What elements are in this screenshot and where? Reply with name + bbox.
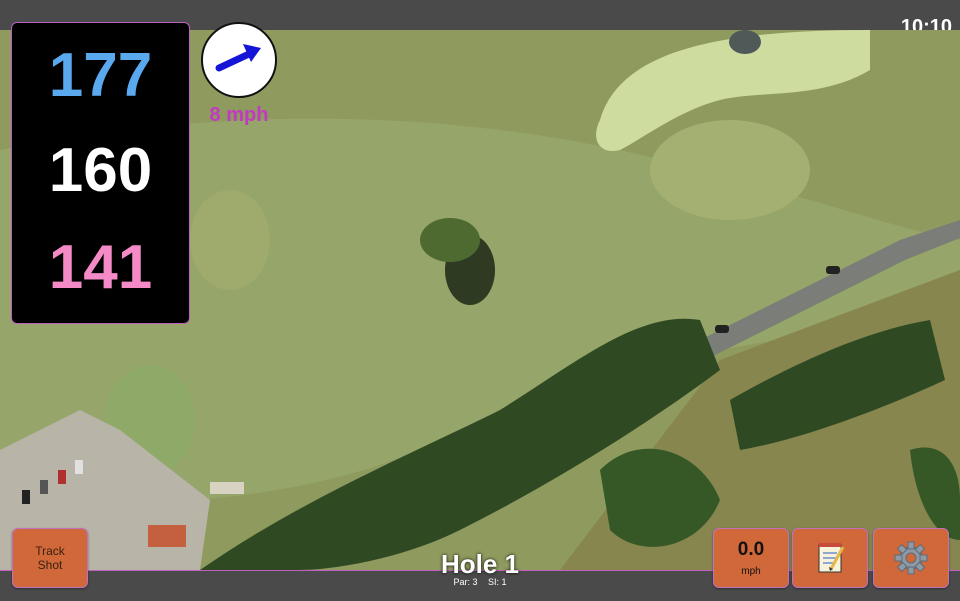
notepad-icon <box>818 543 845 573</box>
wind-direction-dial <box>201 22 277 98</box>
notes-button[interactable] <box>792 528 868 588</box>
gear-icon <box>894 541 928 575</box>
settings-button[interactable] <box>873 528 949 588</box>
speed-button[interactable]: 0.0 mph <box>713 528 789 588</box>
wind-speed: 8 mph <box>209 104 269 126</box>
track-shot-label-line1: Track <box>35 544 65 558</box>
wind-arrow-icon <box>215 44 261 72</box>
distance-panel: 177 160 141 <box>11 22 190 324</box>
speed-value: 0.0 <box>737 539 765 560</box>
middle-distance: 160 <box>48 136 153 205</box>
hole-par: Par: 3 <box>453 577 478 587</box>
track-shot-button[interactable]: Track Shot <box>12 528 88 588</box>
hole-info: Par: 3 SI: 1 <box>380 577 580 587</box>
hole-title: Hole 1 <box>440 549 520 579</box>
front-distance: 141 <box>48 233 153 302</box>
track-shot-label-line2: Shot <box>37 558 63 572</box>
back-distance: 177 <box>48 41 153 110</box>
speed-unit: mph <box>741 566 761 577</box>
hole-stroke-index: SI: 1 <box>488 577 507 587</box>
